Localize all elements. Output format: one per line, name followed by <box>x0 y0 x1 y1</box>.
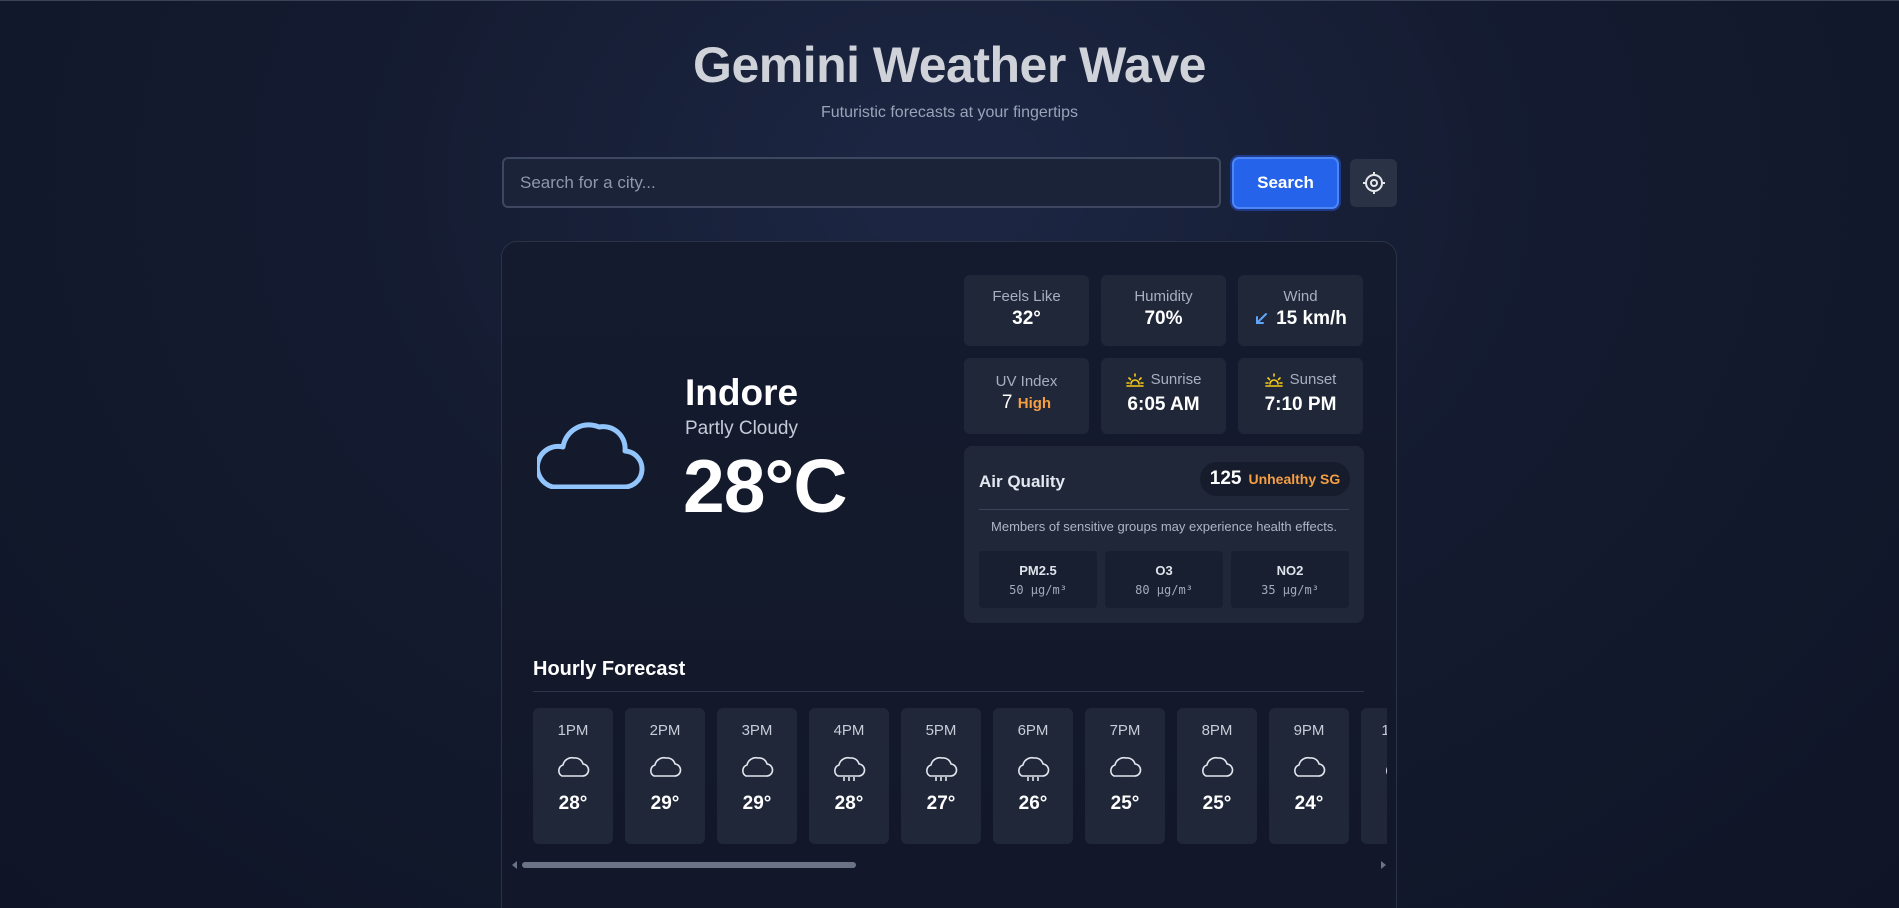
hourly-temp: 27° <box>926 793 956 814</box>
hourly-item: 1PM 28° <box>533 708 613 844</box>
current-temperature: 28°C <box>683 444 848 528</box>
wind-tile: Wind 15 km/h <box>1238 275 1363 346</box>
pollutant-o3: O3 80 µg/m³ <box>1105 551 1223 608</box>
air-quality-title: Air Quality <box>979 472 1065 491</box>
hourly-item: 9PM 24° <box>1269 708 1349 844</box>
hourly-temp: 24° <box>1294 793 1324 814</box>
sunset-label: Sunset <box>1289 371 1337 388</box>
page-subtitle: Futuristic forecasts at your fingertips <box>821 104 1078 121</box>
wind-label: Wind <box>1283 288 1318 305</box>
aqi-level: Unhealthy SG <box>1248 471 1341 487</box>
pollutant-pm25: PM2.5 50 µg/m³ <box>979 551 1097 608</box>
hourly-time: 1PM <box>557 722 589 739</box>
hourly-item: 5PM 27° <box>901 708 981 844</box>
hourly-item: 10PM 24° <box>1361 708 1387 844</box>
hourly-time: 7PM <box>1109 722 1141 739</box>
hourly-temp: 28° <box>834 793 864 814</box>
feels-like-value: 32° <box>1012 308 1041 329</box>
weather-condition: Partly Cloudy <box>685 418 798 439</box>
humidity-value: 70% <box>1144 308 1183 329</box>
hourly-temp: 25° <box>1202 793 1232 814</box>
hourly-forecast-title: Hourly Forecast <box>533 658 686 680</box>
pollutant-value: 80 µg/m³ <box>1135 583 1193 597</box>
hourly-temp: 29° <box>742 793 772 814</box>
page-title: Gemini Weather Wave <box>693 37 1206 93</box>
humidity-tile: Humidity 70% <box>1101 275 1226 346</box>
horizontal-scrollbar-thumb[interactable] <box>522 862 856 868</box>
uv-index-value: 7 <box>1001 392 1013 413</box>
air-quality-panel: Air Quality 125 Unhealthy SG Members of … <box>964 446 1364 623</box>
hourly-temp: 24° <box>1361 793 1388 815</box>
uv-index-label: UV Index <box>995 373 1058 390</box>
cloud-rain-icon <box>926 756 958 781</box>
hourly-item: 8PM 25° <box>1177 708 1257 844</box>
hourly-time: 10PM <box>1381 722 1387 739</box>
pollutant-value: 35 µg/m³ <box>1261 583 1319 597</box>
divider <box>979 509 1349 510</box>
aqi-badge: 125 Unhealthy SG <box>1200 462 1350 496</box>
current-location-button[interactable] <box>1350 159 1397 207</box>
city-name: Indore <box>685 372 799 413</box>
hourly-item: 4PM 28° <box>809 708 889 844</box>
sunset-tile: Sunset 7:10 PM <box>1238 358 1363 434</box>
sunset-value: 7:10 PM <box>1264 394 1337 415</box>
hourly-time: 5PM <box>925 722 957 739</box>
pollutant-name: NO2 <box>1276 563 1304 578</box>
sunrise-value: 6:05 AM <box>1127 394 1200 415</box>
uv-index-tile: UV Index 7 High <box>964 358 1089 434</box>
hourly-item: 2PM 29° <box>625 708 705 844</box>
hourly-forecast-list[interactable]: 1PM 28° 2PM 29° 3PM 29° 4PM 28° 5PM 27° 6PM 26° 7PM 2… <box>533 708 1387 845</box>
search-input[interactable] <box>502 157 1221 208</box>
hourly-time: 6PM <box>1017 722 1049 739</box>
pollutant-value: 50 µg/m³ <box>1009 583 1067 597</box>
pollutant-no2: NO2 35 µg/m³ <box>1231 551 1349 608</box>
cloud-icon <box>1110 756 1142 777</box>
cloud-icon <box>650 756 682 777</box>
hourly-temp: 28° <box>558 793 588 814</box>
hourly-time: 9PM <box>1293 722 1325 739</box>
wind-value: 15 km/h <box>1276 308 1347 329</box>
hourly-temp: 25° <box>1110 793 1140 814</box>
sunset-icon <box>1264 372 1283 387</box>
cloud-icon <box>1386 767 1387 775</box>
pollutant-name: O3 <box>1155 563 1173 578</box>
hourly-time: 3PM <box>741 722 773 739</box>
sunrise-icon <box>1125 372 1144 387</box>
sunrise-tile: Sunrise 6:05 AM <box>1101 358 1226 434</box>
feels-like-tile: Feels Like 32° <box>964 275 1089 346</box>
divider <box>533 691 1364 692</box>
cloud-rain-icon <box>1018 756 1050 781</box>
hourly-item: 3PM 29° <box>717 708 797 844</box>
cloud-rain-icon <box>834 756 866 781</box>
hourly-item: 7PM 25° <box>1085 708 1165 844</box>
hourly-time: 4PM <box>833 722 865 739</box>
pollutant-name: PM2.5 <box>1019 563 1057 578</box>
hourly-time: 2PM <box>649 722 681 739</box>
aqi-value: 125 <box>1209 468 1242 489</box>
cloud-icon <box>1202 756 1234 777</box>
cloud-icon <box>1294 756 1326 777</box>
cloud-icon <box>558 756 590 777</box>
uv-index-level: High <box>1017 395 1052 412</box>
search-button[interactable]: Search <box>1232 157 1339 209</box>
top-border <box>0 0 1899 1</box>
cloud-icon <box>742 756 774 777</box>
feels-like-label: Feels Like <box>992 288 1061 305</box>
hourly-time: 8PM <box>1201 722 1233 739</box>
air-quality-message: Members of sensitive groups may experien… <box>991 519 1337 534</box>
hourly-temp: 26° <box>1018 793 1048 814</box>
scroll-left-arrow[interactable] <box>512 861 517 869</box>
humidity-label: Humidity <box>1134 288 1193 305</box>
hourly-item: 6PM 26° <box>993 708 1073 844</box>
arrow-down-left-icon <box>1256 313 1268 324</box>
crosshair-icon <box>1362 172 1385 194</box>
scroll-right-arrow[interactable] <box>1381 861 1386 869</box>
cloud-icon <box>537 422 645 489</box>
sunrise-label: Sunrise <box>1150 371 1202 388</box>
hourly-temp: 29° <box>650 793 680 814</box>
